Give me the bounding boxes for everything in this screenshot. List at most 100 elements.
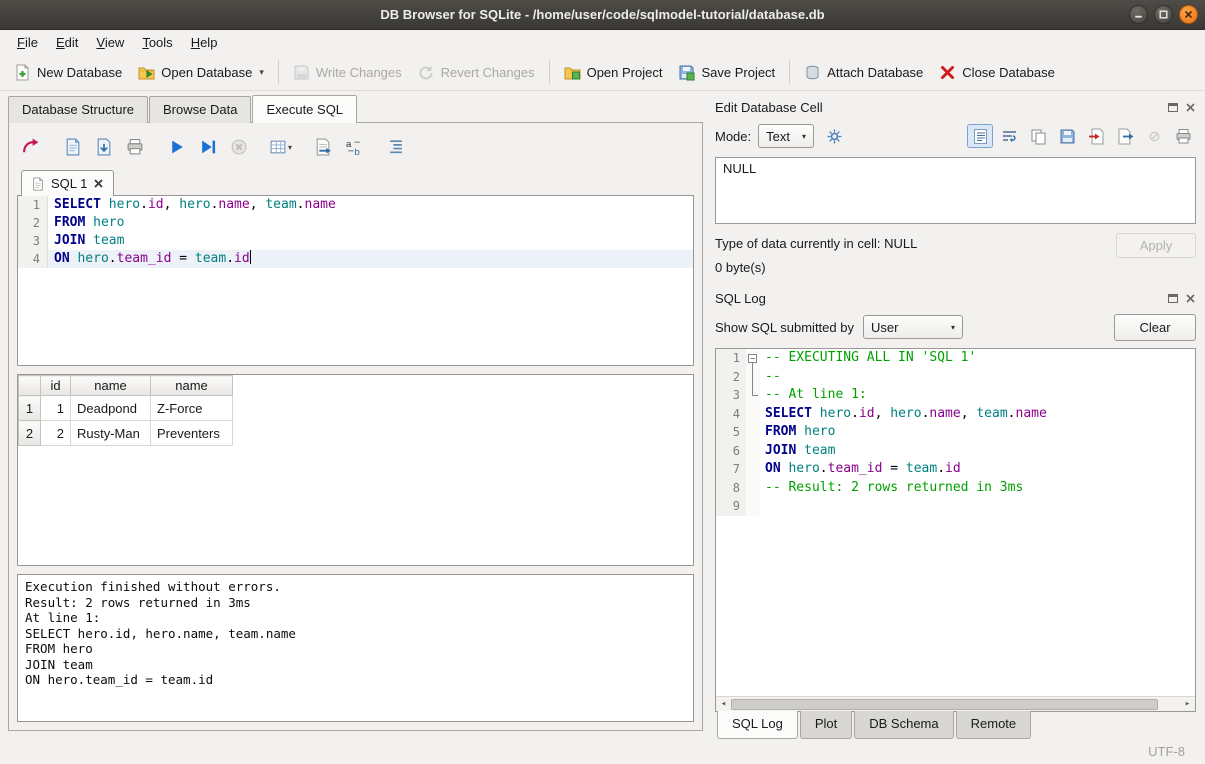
dropdown-arrow-icon[interactable]: ▾	[288, 143, 292, 152]
dropdown-arrow-icon[interactable]: ▾	[259, 67, 264, 78]
scroll-right-icon[interactable]: ▸	[1180, 699, 1195, 709]
titlebar[interactable]: DB Browser for SQLite - /home/user/code/…	[0, 0, 1205, 30]
export-csv-button[interactable]	[309, 134, 336, 160]
close-button[interactable]	[1179, 5, 1198, 24]
execute-all-button[interactable]	[163, 134, 190, 160]
open-tab-button[interactable]	[17, 134, 44, 160]
word-wrap-button[interactable]	[996, 124, 1022, 148]
chevron-down-icon: ▾	[951, 323, 955, 332]
menu-item-view[interactable]: View	[87, 32, 133, 53]
auto-mode-button[interactable]	[821, 124, 847, 148]
window-controls	[1129, 5, 1198, 24]
set-null-icon	[1146, 128, 1163, 145]
dock-tab-plot[interactable]: Plot	[800, 711, 852, 739]
cell-type-text: Type of data currently in cell: NULL	[715, 233, 1116, 251]
sql-document-tab[interactable]: SQL 1	[21, 170, 114, 196]
fold-collapse-icon[interactable]	[746, 349, 760, 368]
save-sql-file-button[interactable]	[90, 134, 117, 160]
minimize-button[interactable]	[1129, 5, 1148, 24]
text-view-button[interactable]	[967, 124, 993, 148]
float-dock-icon[interactable]	[1168, 103, 1178, 112]
save-results-button[interactable]: ▾	[267, 134, 294, 160]
results-cell[interactable]: Rusty-Man	[71, 421, 151, 446]
results-column-header[interactable]: name	[151, 376, 233, 396]
print-button[interactable]	[121, 134, 148, 160]
toolbar-separator	[278, 60, 279, 84]
print-button[interactable]	[1170, 124, 1196, 148]
export-button[interactable]	[1112, 124, 1138, 148]
menubar: FileEditViewToolsHelp	[0, 30, 1205, 54]
sql-file-icon	[31, 177, 45, 191]
editor-line[interactable]: 1SELECT hero.id, hero.name, team.name	[18, 196, 693, 214]
horizontal-scrollbar[interactable]: ◂ ▸	[716, 696, 1195, 711]
find-replace-icon: ab	[345, 138, 363, 156]
toolbar-separator	[789, 60, 790, 84]
submitter-combo[interactable]: User ▾	[863, 315, 963, 339]
dock-tab-remote[interactable]: Remote	[956, 711, 1032, 739]
tab-execute-sql[interactable]: Execute SQL	[252, 95, 357, 123]
editor-line[interactable]: 3JOIN team	[18, 232, 693, 250]
row-header[interactable]: 1	[19, 396, 41, 421]
open-project-button[interactable]: Open Project	[556, 59, 671, 86]
format-sql-button[interactable]	[382, 134, 409, 160]
attach-database-button[interactable]: Attach Database	[796, 59, 931, 86]
cell-type-row: Type of data currently in cell: NULL App…	[715, 233, 1196, 259]
editor-line[interactable]: 4ON hero.team_id = team.id	[18, 250, 693, 268]
auto-mode-icon	[826, 128, 843, 145]
close-dock-icon[interactable]	[1185, 102, 1196, 113]
save-as-button[interactable]	[1054, 124, 1080, 148]
toolbar-button-label: New Database	[37, 65, 122, 80]
close-database-button[interactable]: Close Database	[931, 59, 1063, 86]
new-database-button[interactable]: New Database	[6, 59, 130, 86]
sql-tab-label: SQL 1	[51, 176, 87, 191]
menu-item-edit[interactable]: Edit	[47, 32, 87, 53]
float-dock-icon[interactable]	[1168, 294, 1178, 303]
close-dock-icon[interactable]	[1185, 293, 1196, 304]
open-tab-icon	[22, 138, 40, 156]
cell-mode-row: Mode: Text ▾	[715, 121, 1196, 151]
copy-button[interactable]	[1025, 124, 1051, 148]
message-line: SELECT hero.id, hero.name, team.name	[25, 626, 686, 642]
menu-item-help[interactable]: Help	[182, 32, 227, 53]
scroll-left-icon[interactable]: ◂	[716, 699, 731, 709]
results-cell[interactable]: 1	[41, 396, 71, 421]
clear-button[interactable]: Clear	[1114, 314, 1196, 341]
results-column-header[interactable]: name	[71, 376, 151, 396]
open-database-button[interactable]: Open Database▾	[130, 59, 272, 86]
menu-item-file[interactable]: File	[8, 32, 47, 53]
execution-message[interactable]: Execution finished without errors.Result…	[17, 574, 694, 722]
sql-log-view[interactable]: 1-- EXECUTING ALL IN 'SQL 1'2--3-- At li…	[715, 348, 1196, 712]
menu-item-tools[interactable]: Tools	[133, 32, 181, 53]
sql-editor[interactable]: 1SELECT hero.id, hero.name, team.name2FR…	[17, 195, 694, 366]
maximize-button[interactable]	[1154, 5, 1173, 24]
dock-tab-sql-log[interactable]: SQL Log	[717, 711, 798, 739]
export-csv-icon	[314, 138, 332, 156]
save-project-button[interactable]: Save Project	[670, 59, 783, 86]
results-cell[interactable]: Z-Force	[151, 396, 233, 421]
execute-current-line-button[interactable]	[194, 134, 221, 160]
results-row[interactable]: 11DeadpondZ-Force	[19, 396, 233, 421]
window-title: DB Browser for SQLite - /home/user/code/…	[0, 7, 1205, 22]
results-grid[interactable]: idnamename 11DeadpondZ-Force22Rusty-ManP…	[17, 374, 694, 566]
fold-margin	[746, 386, 760, 405]
find-replace-button[interactable]: ab	[340, 134, 367, 160]
results-row[interactable]: 22Rusty-ManPreventers	[19, 421, 233, 446]
close-database-icon	[939, 64, 956, 81]
results-cell[interactable]: 2	[41, 421, 71, 446]
results-cell[interactable]: Preventers	[151, 421, 233, 446]
tab-browse-data[interactable]: Browse Data	[149, 96, 251, 123]
mode-combo[interactable]: Text ▾	[758, 124, 814, 148]
submitter-value: User	[871, 320, 898, 335]
dock-tab-db-schema[interactable]: DB Schema	[854, 711, 953, 739]
import-button[interactable]	[1083, 124, 1109, 148]
scrollbar-thumb[interactable]	[731, 699, 1158, 710]
results-cell[interactable]: Deadpond	[71, 396, 151, 421]
open-sql-file-button[interactable]	[59, 134, 86, 160]
close-tab-icon[interactable]	[93, 178, 104, 189]
results-column-header[interactable]: id	[41, 376, 71, 396]
row-header[interactable]: 2	[19, 421, 41, 446]
line-number: 2	[18, 214, 48, 232]
editor-line[interactable]: 2FROM hero	[18, 214, 693, 232]
cell-editor[interactable]: NULL	[715, 157, 1196, 224]
tab-database-structure[interactable]: Database Structure	[8, 96, 148, 123]
